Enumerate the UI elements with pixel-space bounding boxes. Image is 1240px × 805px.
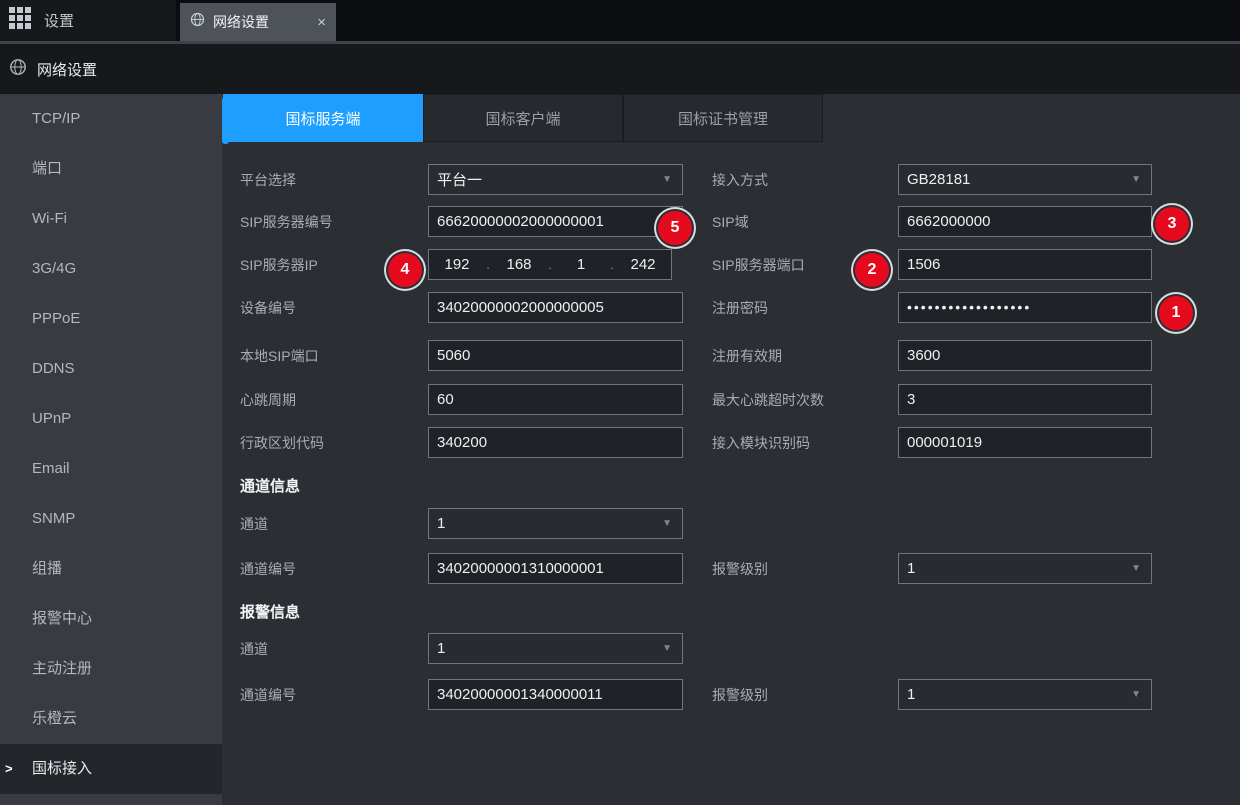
register-password-label: 注册密码 <box>712 292 768 324</box>
alarm-channel-id-label: 通道编号 <box>240 679 296 711</box>
admin-area-code-input[interactable]: 340200 <box>428 427 683 458</box>
content-panel: 国标服务端 国标客户端 国标证书管理 平台选择 平台一 ▼ 接入方式 GB281… <box>222 94 1240 805</box>
tab-gb-client[interactable]: 国标客户端 <box>423 94 623 142</box>
alarm-level-select[interactable]: 1 ▼ <box>898 679 1152 710</box>
globe-icon <box>9 58 27 81</box>
sip-domain-label: SIP域 <box>712 206 749 238</box>
globe-icon <box>190 12 205 32</box>
register-valid-period-label: 注册有效期 <box>712 340 782 372</box>
sip-server-port-input[interactable]: 1506 <box>898 249 1152 280</box>
sidebar-item-lechange[interactable]: 乐橙云 <box>0 694 222 744</box>
device-id-input[interactable]: 34020000002000000005 <box>428 292 683 323</box>
chevron-down-icon: ▼ <box>662 509 672 538</box>
local-sip-port-label: 本地SIP端口 <box>240 340 319 372</box>
sidebar-nav: TCP/IP 端口 Wi-Fi 3G/4G PPPoE DDNS UPnP Em… <box>0 94 222 805</box>
grid-icon <box>9 7 31 34</box>
alarm-channel-select[interactable]: 1 ▼ <box>428 633 683 664</box>
close-icon[interactable]: × <box>317 15 326 30</box>
access-module-id-input[interactable]: 000001019 <box>898 427 1152 458</box>
window-tab-label: 网络设置 <box>213 12 269 32</box>
tab-bar: 国标服务端 国标客户端 国标证书管理 <box>223 94 823 142</box>
heartbeat-period-label: 心跳周期 <box>240 384 296 416</box>
chevron-down-icon: ▼ <box>1131 165 1141 194</box>
access-mode-label: 接入方式 <box>712 164 768 196</box>
page-header: 网络设置 <box>0 44 1240 94</box>
sip-domain-input[interactable]: 6662000000 <box>898 206 1152 237</box>
access-module-id-label: 接入模块识别码 <box>712 427 810 459</box>
sip-server-id-label: SIP服务器编号 <box>240 206 333 238</box>
sidebar-item-multicast[interactable]: 组播 <box>0 544 222 594</box>
annotation-badge-3: 3 <box>1155 207 1189 241</box>
sidebar-item-alarm-center[interactable]: 报警中心 <box>0 594 222 644</box>
annotation-badge-2: 2 <box>855 253 889 287</box>
sip-server-port-label: SIP服务器端口 <box>712 249 805 281</box>
alarm-channel-id-input[interactable]: 34020000001340000011 <box>428 679 683 710</box>
local-sip-port-input[interactable]: 5060 <box>428 340 683 371</box>
sip-server-ip-input[interactable]: 192 . 168 . 1 . 242 <box>428 249 672 280</box>
access-mode-select[interactable]: GB28181 ▼ <box>898 164 1152 195</box>
register-valid-period-input[interactable]: 3600 <box>898 340 1152 371</box>
sidebar-item-gb28181-access[interactable]: > 国标接入 <box>0 744 222 794</box>
sidebar-item-3g4g[interactable]: 3G/4G <box>0 244 222 294</box>
annotation-badge-1: 1 <box>1159 296 1193 330</box>
annotation-badge-4: 4 <box>388 253 422 287</box>
top-bar: 设置 网络设置 × <box>0 0 1240 44</box>
tab-gb-server[interactable]: 国标服务端 <box>223 94 423 142</box>
channel-id-input[interactable]: 34020000001310000001 <box>428 553 683 584</box>
sip-server-ip-label: SIP服务器IP <box>240 249 318 281</box>
home-tab-settings[interactable]: 设置 <box>0 0 176 41</box>
channel-alarm-level-label: 报警级别 <box>712 553 768 585</box>
tab-gb-cert-management[interactable]: 国标证书管理 <box>623 94 823 142</box>
sidebar-item-wifi[interactable]: Wi-Fi <box>0 194 222 244</box>
chevron-right-icon: > <box>5 744 13 794</box>
channel-id-label: 通道编号 <box>240 553 296 585</box>
channel-info-section-header: 通道信息 <box>240 475 300 496</box>
alarm-info-section-header: 报警信息 <box>240 601 300 622</box>
sidebar-item-upnp[interactable]: UPnP <box>0 394 222 444</box>
platform-select[interactable]: 平台一 ▼ <box>428 164 683 195</box>
admin-area-code-label: 行政区划代码 <box>240 427 324 459</box>
page-title: 网络设置 <box>37 59 97 80</box>
sidebar-item-ddns[interactable]: DDNS <box>0 344 222 394</box>
max-heartbeat-timeout-label: 最大心跳超时次数 <box>712 384 824 416</box>
chevron-down-icon: ▼ <box>1131 554 1141 583</box>
chevron-down-icon: ▼ <box>662 634 672 663</box>
sip-server-id-input[interactable]: 66620000002000000001 <box>428 206 683 237</box>
max-heartbeat-timeout-input[interactable]: 3 <box>898 384 1152 415</box>
sidebar-item-snmp[interactable]: SNMP <box>0 494 222 544</box>
sidebar-item-tcpip[interactable]: TCP/IP <box>0 94 222 144</box>
annotation-badge-5: 5 <box>658 211 692 245</box>
home-tab-label: 设置 <box>44 10 74 31</box>
app-window: 设置 网络设置 × 网络设置 TCP/IP 端口 <box>0 0 1240 805</box>
chevron-down-icon: ▼ <box>1131 680 1141 709</box>
device-id-label: 设备编号 <box>240 292 296 324</box>
window-tab-network-settings[interactable]: 网络设置 × <box>180 3 336 41</box>
alarm-channel-label: 通道 <box>240 633 268 665</box>
register-password-input[interactable]: •••••••••••••••••• <box>898 292 1152 323</box>
channel-alarm-level-select[interactable]: 1 ▼ <box>898 553 1152 584</box>
sidebar-item-auto-register[interactable]: 主动注册 <box>0 644 222 694</box>
chevron-down-icon: ▼ <box>662 165 672 194</box>
heartbeat-period-input[interactable]: 60 <box>428 384 683 415</box>
channel-select[interactable]: 1 ▼ <box>428 508 683 539</box>
sidebar-item-email[interactable]: Email <box>0 444 222 494</box>
sidebar-item-pppoe[interactable]: PPPoE <box>0 294 222 344</box>
platform-label: 平台选择 <box>240 164 296 196</box>
channel-label: 通道 <box>240 508 268 540</box>
alarm-level-label: 报警级别 <box>712 679 768 711</box>
sidebar-item-port[interactable]: 端口 <box>0 144 222 194</box>
